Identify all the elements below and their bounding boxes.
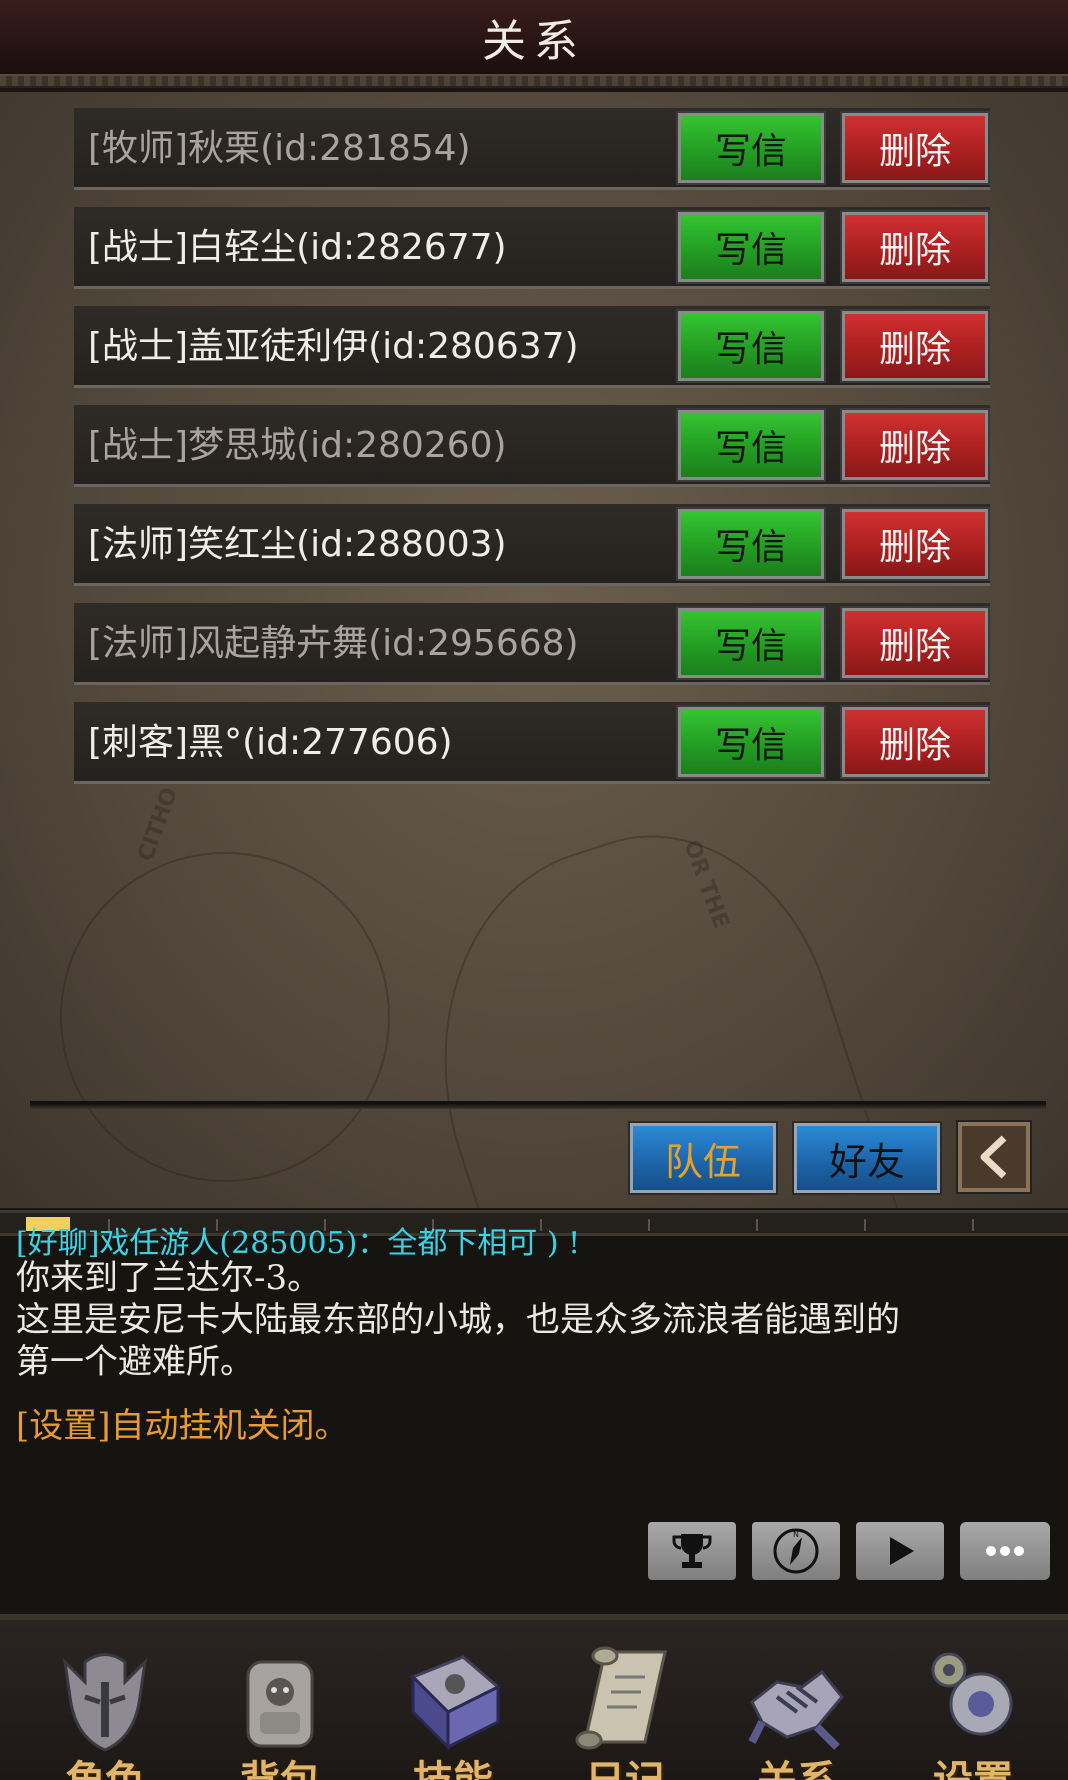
map-decoration <box>60 852 390 1182</box>
compass-icon: N <box>773 1528 819 1574</box>
friend-name: [战士]梦思城(id:280260) <box>88 425 507 466</box>
write-letter-button[interactable]: 写信 <box>676 309 826 383</box>
delete-friend-button[interactable]: 删除 <box>840 210 990 284</box>
friend-row: [法师]笑红尘(id:288003) 写信 删除 <box>74 504 990 586</box>
write-letter-button[interactable]: 写信 <box>676 705 826 779</box>
write-letter-button[interactable]: 写信 <box>676 111 826 185</box>
write-letter-button[interactable]: 写信 <box>676 408 826 482</box>
delete-friend-button[interactable]: 删除 <box>840 408 990 482</box>
write-letter-button[interactable]: 写信 <box>676 606 826 680</box>
chat-channel-separator <box>756 1219 758 1231</box>
play-button[interactable] <box>856 1522 944 1580</box>
svg-text:N: N <box>793 1530 799 1539</box>
chat-message: 这里是安尼卡大陆最东部的小城，也是众多流浪者能遇到的 <box>16 1300 900 1340</box>
write-letter-button[interactable]: 写信 <box>676 210 826 284</box>
delete-friend-button[interactable]: 删除 <box>840 309 990 383</box>
tab-friends[interactable]: 好友 <box>792 1121 942 1195</box>
friend-name: [牧师]秋栗(id:281854) <box>88 128 471 169</box>
chat-channel-separator <box>972 1219 974 1231</box>
nav-label: 设置 <box>898 1748 1048 1780</box>
nav-settings[interactable]: 设置 <box>898 1620 1048 1780</box>
chat-message: 你来到了兰达尔-3。 <box>16 1258 322 1298</box>
nav-role[interactable]: 角色 <box>30 1620 180 1780</box>
write-letter-button[interactable]: 写信 <box>676 507 826 581</box>
delete-friend-button[interactable]: 删除 <box>840 111 990 185</box>
spellbook-icon <box>410 1655 501 1751</box>
chat-system-message: [设置]自动挂机关闭。 <box>16 1406 349 1446</box>
friend-list: [牧师]秋栗(id:281854) 写信 删除 [战士]白轻尘(id:28267… <box>74 108 990 801</box>
chat-channel-separator <box>864 1219 866 1231</box>
collapse-button[interactable] <box>956 1120 1032 1194</box>
friend-row: [战士]梦思城(id:280260) 写信 删除 <box>74 405 990 487</box>
divider <box>30 1101 1046 1109</box>
nav-label: 关系 <box>722 1748 872 1780</box>
scroll-icon <box>575 1646 667 1750</box>
chat-message: 第一个避难所。 <box>16 1342 254 1382</box>
nav-diary[interactable]: 日记 <box>550 1620 700 1780</box>
relation-panel: CITHO OR THE [牧师]秋栗(id:281854) 写信 删除 [战士… <box>0 92 1068 1208</box>
backpack-icon <box>246 1660 314 1748</box>
achievement-button[interactable] <box>648 1522 736 1580</box>
nav-skill[interactable]: 技能 <box>378 1620 528 1780</box>
nav-label: 技能 <box>378 1748 528 1780</box>
title-bar: 关系 <box>0 0 1068 88</box>
friend-row: [战士]盖亚徒利伊(id:280637) 写信 删除 <box>74 306 990 388</box>
helmet-icon <box>62 1653 148 1752</box>
friend-row: [刺客]黑°(id:277606) 写信 删除 <box>74 702 990 784</box>
page-title: 关系 <box>482 16 586 67</box>
friend-name: [法师]风起静卉舞(id:295668) <box>88 623 579 664</box>
friend-name: [战士]白轻尘(id:282677) <box>88 227 507 268</box>
chat-channel-separator <box>648 1219 650 1231</box>
friend-name: [战士]盖亚徒利伊(id:280637) <box>88 326 579 367</box>
trophy-icon <box>672 1534 712 1568</box>
nav-bag[interactable]: 背包 <box>205 1620 355 1780</box>
compass-button[interactable]: N <box>752 1522 840 1580</box>
nav-label: 角色 <box>30 1748 180 1780</box>
chevron-left-icon <box>980 1135 1007 1179</box>
nav-label: 日记 <box>550 1748 700 1780</box>
friend-name: [法师]笑红尘(id:288003) <box>88 524 507 565</box>
friend-row: [牧师]秋栗(id:281854) 写信 删除 <box>74 108 990 190</box>
delete-friend-button[interactable]: 删除 <box>840 507 990 581</box>
nav-label: 背包 <box>205 1748 355 1780</box>
play-icon <box>890 1537 914 1565</box>
gear-icon <box>931 1652 1013 1736</box>
friend-name: [刺客]黑°(id:277606) <box>88 722 453 763</box>
tab-team[interactable]: 队伍 <box>628 1121 778 1195</box>
friend-row: [法师]风起静卉舞(id:295668) 写信 删除 <box>74 603 990 685</box>
chat-bubble-icon <box>986 1546 1024 1556</box>
friend-row: [战士]白轻尘(id:282677) 写信 删除 <box>74 207 990 289</box>
nav-relation[interactable]: 关系 <box>722 1620 872 1780</box>
delete-friend-button[interactable]: 删除 <box>840 705 990 779</box>
bottom-nav: 角色 背包 技能 日记 <box>0 1614 1068 1780</box>
delete-friend-button[interactable]: 删除 <box>840 606 990 680</box>
handshake-icon <box>748 1669 844 1750</box>
chat-button[interactable] <box>960 1522 1050 1580</box>
